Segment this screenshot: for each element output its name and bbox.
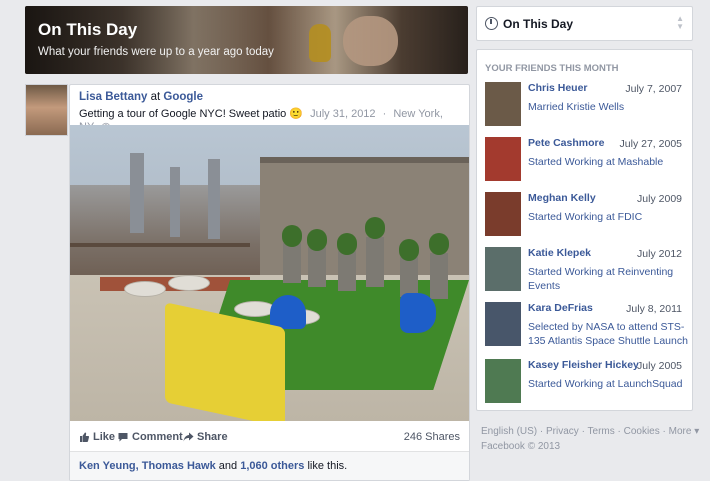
banner-subtitle: What your friends were up to a year ago … [38, 46, 274, 58]
share-label: Share [197, 431, 228, 443]
friend-date: July 2012 [637, 248, 682, 260]
comment-button[interactable]: Comment [118, 431, 183, 443]
friend-event[interactable]: Started Working at Mashable [528, 155, 688, 169]
post-actions: Like Comment Share 246 Shares [70, 421, 469, 451]
friend-name[interactable]: Kara DeFrias [528, 302, 593, 314]
footer-copyright: Facebook © 2013 [481, 441, 561, 452]
post-date[interactable]: July 31, 2012 [310, 108, 375, 120]
friend-date: July 27, 2005 [619, 138, 682, 150]
page-footer: English (US) · Privacy · Terms · Cookies… [481, 424, 699, 454]
on-this-day-banner: On This Day What your friends were up to… [25, 6, 468, 74]
friend-name[interactable]: Kasey Fleisher Hickey [528, 359, 639, 371]
friend-date: July 8, 2011 [626, 303, 682, 315]
friend-name[interactable]: Chris Heuer [528, 82, 588, 94]
smiley-emoji: 🙂 [289, 108, 304, 120]
friend-item: Kasey Fleisher Hickey July 2005 Started … [485, 359, 686, 407]
friend-name[interactable]: Meghan Kelly [528, 192, 596, 204]
section-title: YOUR FRIENDS THIS MONTH [485, 63, 619, 74]
friend-avatar[interactable] [485, 82, 521, 126]
friend-event[interactable]: Started Working at Reinventing Events [528, 265, 688, 293]
main-column: On This Day What your friends were up to… [25, 6, 470, 481]
friends-this-month-panel: YOUR FRIENDS THIS MONTH Chris Heuer July… [476, 49, 693, 411]
friend-name[interactable]: Pete Cashmore [528, 137, 604, 149]
likes-suffix: like this. [307, 460, 348, 472]
friend-name[interactable]: Katie Klepek [528, 247, 591, 259]
clock-icon [485, 17, 498, 30]
post-photo[interactable] [70, 125, 469, 421]
post-at-word: at [150, 91, 161, 103]
friend-item: Katie Klepek July 2012 Started Working a… [485, 247, 686, 295]
friend-avatar[interactable] [485, 302, 521, 346]
friend-item: Pete Cashmore July 27, 2005 Started Work… [485, 137, 686, 185]
friend-event[interactable]: Married Kristie Wells [528, 100, 688, 114]
like-label: Like [93, 431, 116, 443]
share-count[interactable]: 246 Shares [404, 431, 460, 443]
likes-summary: Ken Yeung, Thomas Hawk and 1,060 others … [70, 451, 469, 480]
updown-arrows-icon: ▲ ▼ [676, 14, 684, 31]
story-post: Lisa Bettany at Google Getting a tour of… [69, 84, 470, 481]
thumbs-up-icon [79, 432, 90, 442]
footer-links[interactable]: English (US) · Privacy · Terms · Cookies… [481, 424, 699, 439]
comment-label: Comment [132, 431, 183, 443]
post-place-link[interactable]: Google [163, 91, 203, 103]
friend-date: July 2009 [637, 193, 682, 205]
share-button[interactable]: Share [183, 431, 228, 443]
author-avatar[interactable] [25, 84, 68, 136]
friend-item: Meghan Kelly July 2009 Started Working a… [485, 192, 686, 240]
friend-event[interactable]: Started Working at FDIC [528, 210, 688, 224]
friend-avatar[interactable] [485, 359, 521, 403]
on-this-day-selector[interactable]: On This Day ▲ ▼ [476, 6, 693, 41]
friend-date: July 7, 2007 [625, 83, 682, 95]
comment-icon [118, 432, 128, 442]
friend-item: Chris Heuer July 7, 2007 Married Kristie… [485, 82, 686, 130]
liker-names[interactable]: Ken Yeung, Thomas Hawk [79, 460, 216, 472]
selector-label: On This Day [503, 17, 574, 31]
like-button[interactable]: Like [79, 431, 115, 443]
friend-event[interactable]: Started Working at LaunchSquad [528, 377, 688, 391]
friend-avatar[interactable] [485, 137, 521, 181]
friend-avatar[interactable] [485, 247, 521, 291]
friend-date: July 2005 [637, 360, 682, 372]
post-text: Getting a tour of Google NYC! Sweet pati… [79, 108, 287, 120]
right-sidebar: On This Day ▲ ▼ YOUR FRIENDS THIS MONTH C… [476, 6, 693, 411]
likes-and-word: and [218, 460, 238, 472]
friend-avatar[interactable] [485, 192, 521, 236]
banner-title: On This Day [38, 20, 138, 39]
others-link[interactable]: 1,060 others [240, 460, 304, 472]
friend-event[interactable]: Selected by NASA to attend STS-135 Atlan… [528, 320, 688, 348]
post-author-link[interactable]: Lisa Bettany [79, 91, 147, 103]
friend-item: Kara DeFrias July 8, 2011 Selected by NA… [485, 302, 688, 350]
share-arrow-icon [183, 432, 194, 442]
